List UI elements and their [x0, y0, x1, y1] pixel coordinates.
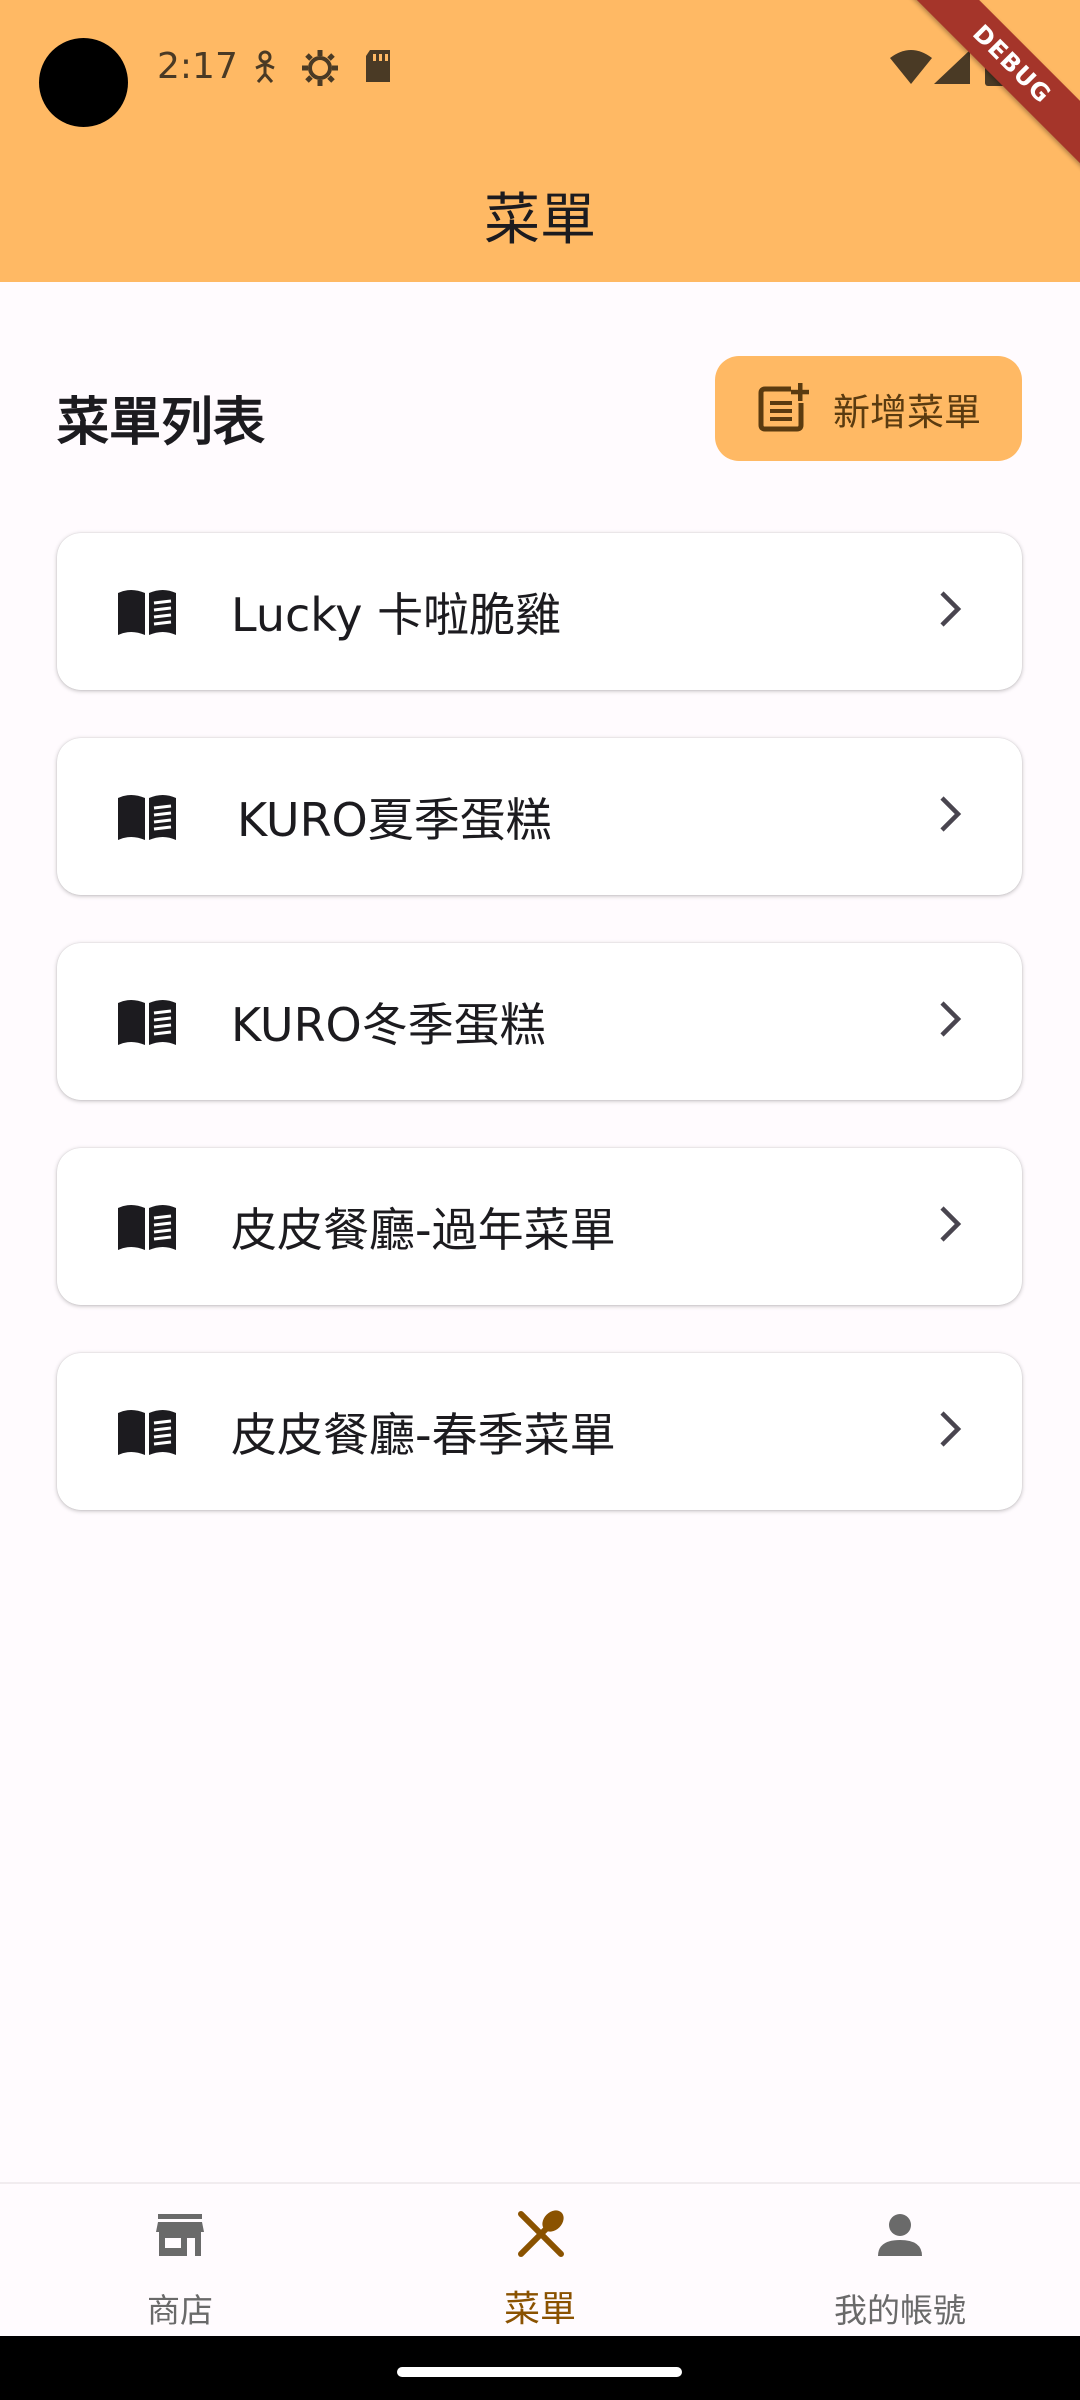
menu-card-label: Lucky 卡啦脆雞: [231, 587, 562, 642]
menu-list-heading: 菜單列表: [57, 393, 266, 453]
menu-book-icon: [117, 1204, 177, 1254]
nav-item-store[interactable]: 商店: [0, 2184, 360, 2338]
nav-label-account: 我的帳號: [834, 2291, 966, 2330]
chevron-right-icon: [938, 1204, 962, 1248]
chevron-right-icon: [938, 999, 962, 1043]
menu-book-icon: [117, 1409, 177, 1459]
settings-gear-icon: [300, 48, 340, 92]
menu-book-icon: [117, 999, 177, 1049]
nav-item-account[interactable]: 我的帳號: [720, 2184, 1080, 2338]
nav-label-menu: 菜單: [503, 2289, 576, 2330]
page-title: 菜單: [484, 188, 596, 253]
menu-card[interactable]: 皮皮餐廳-過年菜單: [57, 1148, 1022, 1305]
chevron-right-icon: [938, 1409, 962, 1453]
person-icon: [875, 2210, 925, 2264]
menu-card-label: KURO夏季蛋糕: [237, 792, 552, 847]
post-add-icon: [757, 381, 809, 436]
add-menu-label: 新增菜單: [833, 391, 981, 433]
menu-card[interactable]: Lucky 卡啦脆雞: [57, 533, 1022, 690]
menu-book-icon: [117, 589, 177, 639]
menu-card[interactable]: KURO冬季蛋糕: [57, 943, 1022, 1100]
menu-list: Lucky 卡啦脆雞 KURO夏季蛋糕 KURO冬季蛋糕 皮皮餐廳-過年菜單 皮…: [57, 533, 1022, 1558]
bottom-navigation: 商店 菜單 我的帳號: [0, 2182, 1080, 2336]
accessibility-icon: [250, 48, 280, 92]
menu-card-label: 皮皮餐廳-過年菜單: [231, 1202, 616, 1257]
menu-card-label: KURO冬季蛋糕: [231, 997, 546, 1052]
status-time: 2:17: [157, 46, 238, 87]
store-icon: [155, 2210, 205, 2264]
chevron-right-icon: [938, 589, 962, 633]
menu-card[interactable]: KURO夏季蛋糕: [57, 738, 1022, 895]
nav-item-menu[interactable]: 菜單: [360, 2184, 720, 2338]
camera-cutout: [39, 38, 128, 127]
wifi-icon: [890, 50, 932, 88]
sd-card-icon: [362, 48, 394, 88]
home-gesture-handle[interactable]: [397, 2367, 682, 2377]
menu-card[interactable]: 皮皮餐廳-春季菜單: [57, 1353, 1022, 1510]
nav-label-store: 商店: [147, 2291, 213, 2330]
app-bar: 2:17 菜單 DEBUG: [0, 0, 1080, 282]
restaurant-icon: [515, 2208, 567, 2264]
signal-icon: [934, 50, 970, 88]
menu-card-label: 皮皮餐廳-春季菜單: [231, 1407, 616, 1462]
add-menu-button[interactable]: 新增菜單: [715, 356, 1022, 461]
menu-book-icon: [117, 794, 177, 844]
chevron-right-icon: [938, 794, 962, 838]
